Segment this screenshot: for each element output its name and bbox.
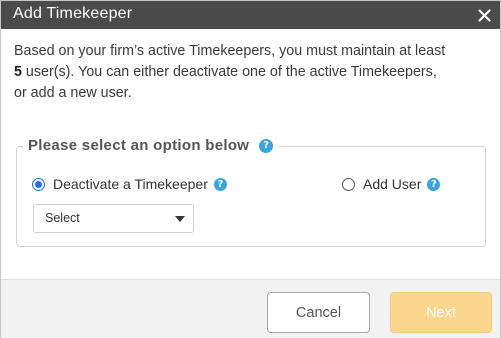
option-add-user[interactable]: Add User ? <box>342 176 441 192</box>
info-message: Based on your firm’s active Timekeepers,… <box>14 41 496 104</box>
cancel-button[interactable]: Cancel <box>267 292 370 333</box>
add-user-help-icon[interactable]: ? <box>427 177 441 191</box>
option-deactivate[interactable]: Deactivate a Timekeeper ? <box>32 176 227 192</box>
timekeeper-select-value: Select <box>45 211 80 225</box>
option-group-title: Please select an option below <box>28 137 250 154</box>
dialog-title: Add Timekeeper <box>13 5 133 22</box>
add-user-label[interactable]: Add User <box>363 176 421 192</box>
close-icon <box>477 8 491 22</box>
timekeeper-select[interactable]: Select <box>33 204 194 233</box>
option-group-legend: Please select an option below ? <box>23 137 279 154</box>
dialog-titlebar: Add Timekeeper <box>1 1 500 29</box>
option-group: Please select an option below ? Deactiva… <box>16 137 486 247</box>
next-button[interactable]: Next <box>390 292 492 333</box>
chevron-down-icon <box>175 216 185 222</box>
message-line3: or add a new user. <box>14 85 132 101</box>
close-button[interactable] <box>470 1 498 29</box>
message-line2: user(s). You can either deactivate one o… <box>21 64 437 80</box>
deactivate-help-icon[interactable]: ? <box>213 177 227 191</box>
add-user-radio[interactable] <box>342 177 355 191</box>
deactivate-radio[interactable] <box>32 177 45 191</box>
help-icon[interactable]: ? <box>259 138 274 153</box>
dialog-footer: Cancel Next <box>1 279 500 338</box>
message-line1: Based on your firm’s active Timekeepers,… <box>14 43 446 59</box>
required-user-count: 5 <box>14 64 22 80</box>
deactivate-label[interactable]: Deactivate a Timekeeper <box>53 176 208 192</box>
add-timekeeper-dialog: Add Timekeeper Based on your firm’s acti… <box>0 0 501 338</box>
